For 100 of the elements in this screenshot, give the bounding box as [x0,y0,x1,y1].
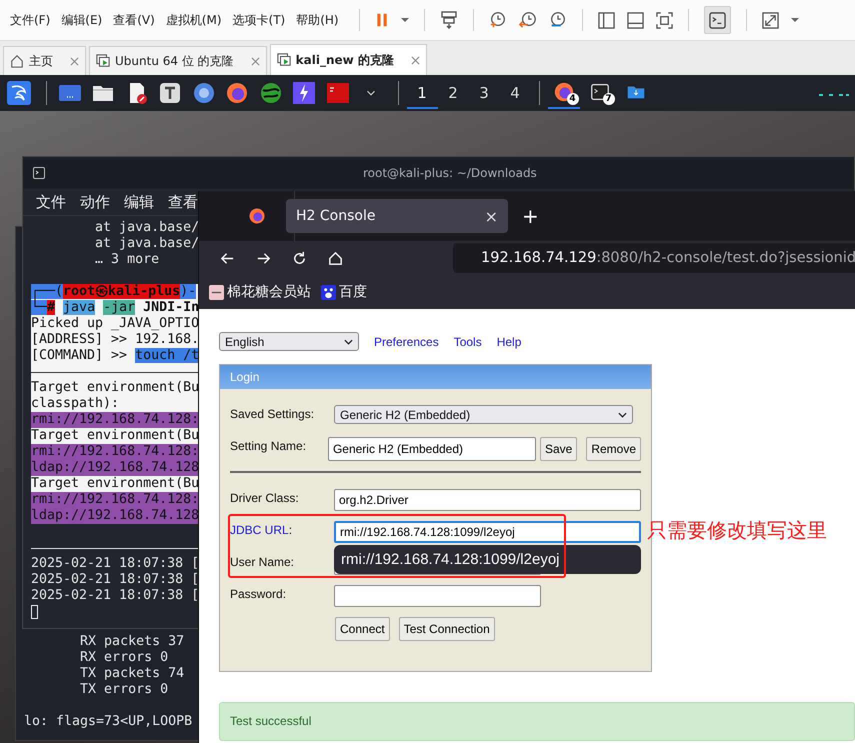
close-icon[interactable] [410,56,420,64]
stretch-icon[interactable] [762,12,779,28]
count-badge: 7 [602,93,614,105]
bottom-panel-icon[interactable] [626,12,644,28]
text-cursor [31,605,38,619]
annotation-text: 只需要修改填写这里 [647,519,827,544]
text-editor-icon[interactable] [158,81,182,105]
terminal-text: root㉿kali-plus [63,284,180,299]
dragon-icon[interactable] [7,81,31,105]
globe-icon[interactable] [192,81,216,105]
terminal-line: classpath): [31,396,120,411]
menu-item[interactable]: 文件(F) [10,12,50,28]
fullscreen-icon[interactable] [656,12,673,28]
form-button[interactable]: Connect [335,617,390,641]
terminal-line: rmi://192.168.74.128: [31,444,200,459]
clock-back-icon[interactable] [518,11,537,29]
tab[interactable]: kali_new 的克隆 [270,44,427,75]
form-button[interactable]: Test Connection [398,617,495,641]
terminal-line: Target environment(Bu [31,476,200,491]
panel-header: Login [220,365,651,389]
menu-item[interactable]: 查看(V) [113,12,155,28]
browser-tab[interactable]: H2 Console × [286,199,508,233]
settings-dropdown[interactable]: Generic H2 (Embedded) [334,405,633,424]
field-label: Setting Name: [230,439,306,453]
menu-item[interactable]: 编辑(E) [61,12,102,28]
menu-item[interactable]: 编辑 [124,192,154,212]
terminal-text: JNDI-In [143,300,200,315]
nav-link[interactable]: Help [496,334,522,348]
terminal-line: at java.base/ [94,236,200,251]
nav-link[interactable]: Preferences [374,334,439,348]
workspace-button[interactable]: 1 [406,78,438,108]
clock-plus-icon[interactable] [488,11,507,29]
terminal-line: rmi://192.168.74.128: [31,412,200,427]
field-link[interactable]: JDBC URL [230,523,289,537]
text-field[interactable]: Generic H2 (Embedded) [328,437,536,461]
terminal-line: ldap://192.168.74.128 [31,508,200,523]
chevron-icon [344,338,353,344]
form-button[interactable]: Save [540,437,578,461]
console-icon[interactable] [708,12,726,28]
firefox-icon[interactable] [225,81,249,105]
window-title: root@kali-plus: ~/Downloads [363,166,537,180]
terminal-text: ┌──( [31,284,64,299]
home-icon [10,54,24,68]
field-label: Password: [230,587,286,601]
caret-icon[interactable] [400,18,409,22]
workspace-button[interactable]: 4 [500,78,530,108]
workspace-button[interactable]: 3 [468,78,500,108]
tab[interactable]: Ubuntu 64 位 的克隆 [89,46,267,75]
menu-item[interactable]: 文件 [36,192,66,212]
caret-icon[interactable] [790,18,799,22]
terminal-text: # [47,300,56,315]
terminal-line: Target environment(Bu [31,428,200,443]
sidebar-icon[interactable] [598,12,615,28]
count-badge: 4 [566,93,578,105]
success-message: Test successful [219,702,855,741]
terminal-line: RX errors 0 [79,650,168,665]
terminal-line: TX packets 74 [79,666,184,681]
nav-link[interactable]: Tools [454,334,482,348]
home-icon[interactable] [326,250,344,266]
address-bar[interactable]: 192.168.74.129:8080/h2-console/test.do?jsessionid [453,243,855,273]
close-button[interactable]: × [484,206,498,226]
bookmark-link[interactable]: 百度 [321,283,367,301]
new-tab-button[interactable]: + [522,204,539,228]
menu-item[interactable]: 动作 [80,192,110,212]
firefox-icon [552,81,574,103]
firefox-icon[interactable] [248,207,266,225]
paw-icon [321,284,336,300]
terminal-text: touch /t [135,348,200,363]
terminal-icon [33,167,45,179]
autocomplete-dropdown[interactable]: rmi://192.168.74.128:1099/l2eyoj [334,545,641,574]
text-field[interactable]: rmi://192.168.74.128:1099/l2eyoj [334,521,641,543]
menu-item[interactable]: 帮助(H) [296,12,339,28]
text-field[interactable] [334,585,541,607]
bookmark-link[interactable]: 棉花糖会员站 [209,283,311,301]
terminal-line: … 3 more [94,252,160,267]
world-globe-icon[interactable] [258,81,282,105]
terminal-line: Picked up _JAVA_OPTIO [31,316,200,331]
taskbar-button[interactable]: 4 [548,77,580,109]
terminal-line: TX errors 0 [79,682,168,697]
field-label: User Name: [230,555,294,569]
workspace-button[interactable]: 2 [438,78,468,108]
terminal-icon [588,81,610,103]
lightning-icon[interactable] [292,81,316,105]
field-label: : [288,523,292,537]
text-field[interactable]: org.h2.Driver [334,489,641,511]
taskbar-button[interactable]: 7 [584,77,616,109]
language-dropdown[interactable]: English [219,332,359,351]
terminal-line: 2025-02-21 18:07:38 [ [31,588,200,603]
close-icon[interactable] [250,56,260,66]
close-icon[interactable] [70,56,79,66]
vm-icon [96,54,110,68]
menu-item[interactable]: 虚拟机(M) [166,12,222,28]
field-label: Saved Settings: [230,407,314,421]
menu-item[interactable]: 查看 [168,192,198,212]
url-text: 192.168.74.129:8080/h2-console/test.do?jsessionid [481,250,855,266]
menu-item[interactable]: 选项卡(T) [232,12,286,28]
terminal-app-icon[interactable] [326,81,350,105]
form-button[interactable]: Remove [586,437,641,461]
pause-icon[interactable] [374,11,389,29]
tab[interactable]: 主页 [3,46,86,75]
